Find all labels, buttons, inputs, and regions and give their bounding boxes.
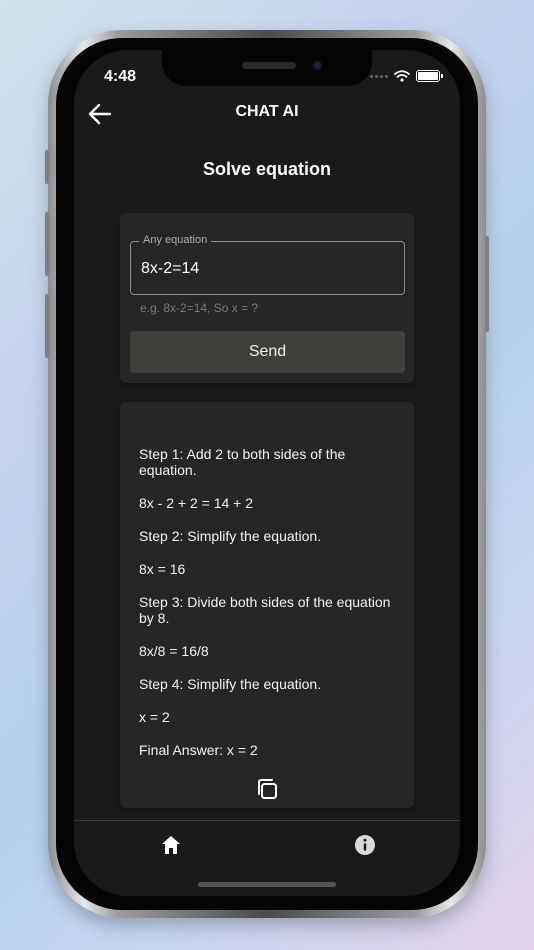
solution-line: x = 2 (139, 709, 170, 725)
camera (312, 60, 323, 71)
mute-switch (45, 150, 49, 184)
volume-down-button (45, 294, 49, 358)
result-card: Step 1: Add 2 to both sides of the equat… (120, 402, 414, 808)
volume-up-button (45, 212, 49, 276)
status-time: 4:48 (104, 68, 137, 85)
solution-line: 8x/8 = 16/8 (139, 643, 209, 659)
solution-line: Step 3: Divide both sides of the equatio… (139, 594, 391, 626)
page-title: Solve equation (202, 159, 332, 179)
app-title: CHAT AI (235, 103, 299, 120)
solution-line: Final Answer: x = 2 (139, 742, 258, 758)
signal-icon (370, 74, 388, 78)
wifi-icon (394, 70, 410, 82)
equation-input[interactable] (141, 256, 391, 282)
solution-text: Step 1: Add 2 to both sides of the equat… (139, 446, 399, 775)
solution-line: 8x - 2 + 2 = 14 + 2 (139, 495, 254, 511)
status-icons (370, 70, 443, 82)
solution-line: 8x = 16 (139, 561, 186, 577)
equation-field[interactable]: Any equation (130, 234, 405, 295)
bottom-nav-divider (74, 820, 460, 821)
power-button (485, 236, 489, 332)
battery-icon (416, 70, 443, 82)
copy-icon[interactable] (254, 776, 280, 802)
app-bar: CHAT AI (74, 96, 460, 136)
solution-line: Step 1: Add 2 to both sides of the equat… (139, 446, 346, 478)
equation-helper-text: e.g. 8x-2=14, So x = ? (140, 301, 259, 315)
solution-line: Step 2: Simplify the equation. (139, 528, 322, 544)
equation-card: Any equation e.g. 8x-2=14, So x = ? Send (120, 213, 414, 383)
info-icon[interactable] (354, 834, 376, 856)
notch (162, 50, 372, 86)
home-indicator[interactable] (198, 882, 336, 887)
speaker (242, 62, 296, 69)
send-button[interactable]: Send (130, 331, 405, 373)
app-screen: 4:48 CHAT AI Solve equation Any equation… (74, 50, 460, 896)
solution-line: Step 4: Simplify the equation. (139, 676, 322, 692)
home-icon[interactable] (160, 834, 182, 856)
equation-field-label: Any equation (139, 234, 212, 246)
